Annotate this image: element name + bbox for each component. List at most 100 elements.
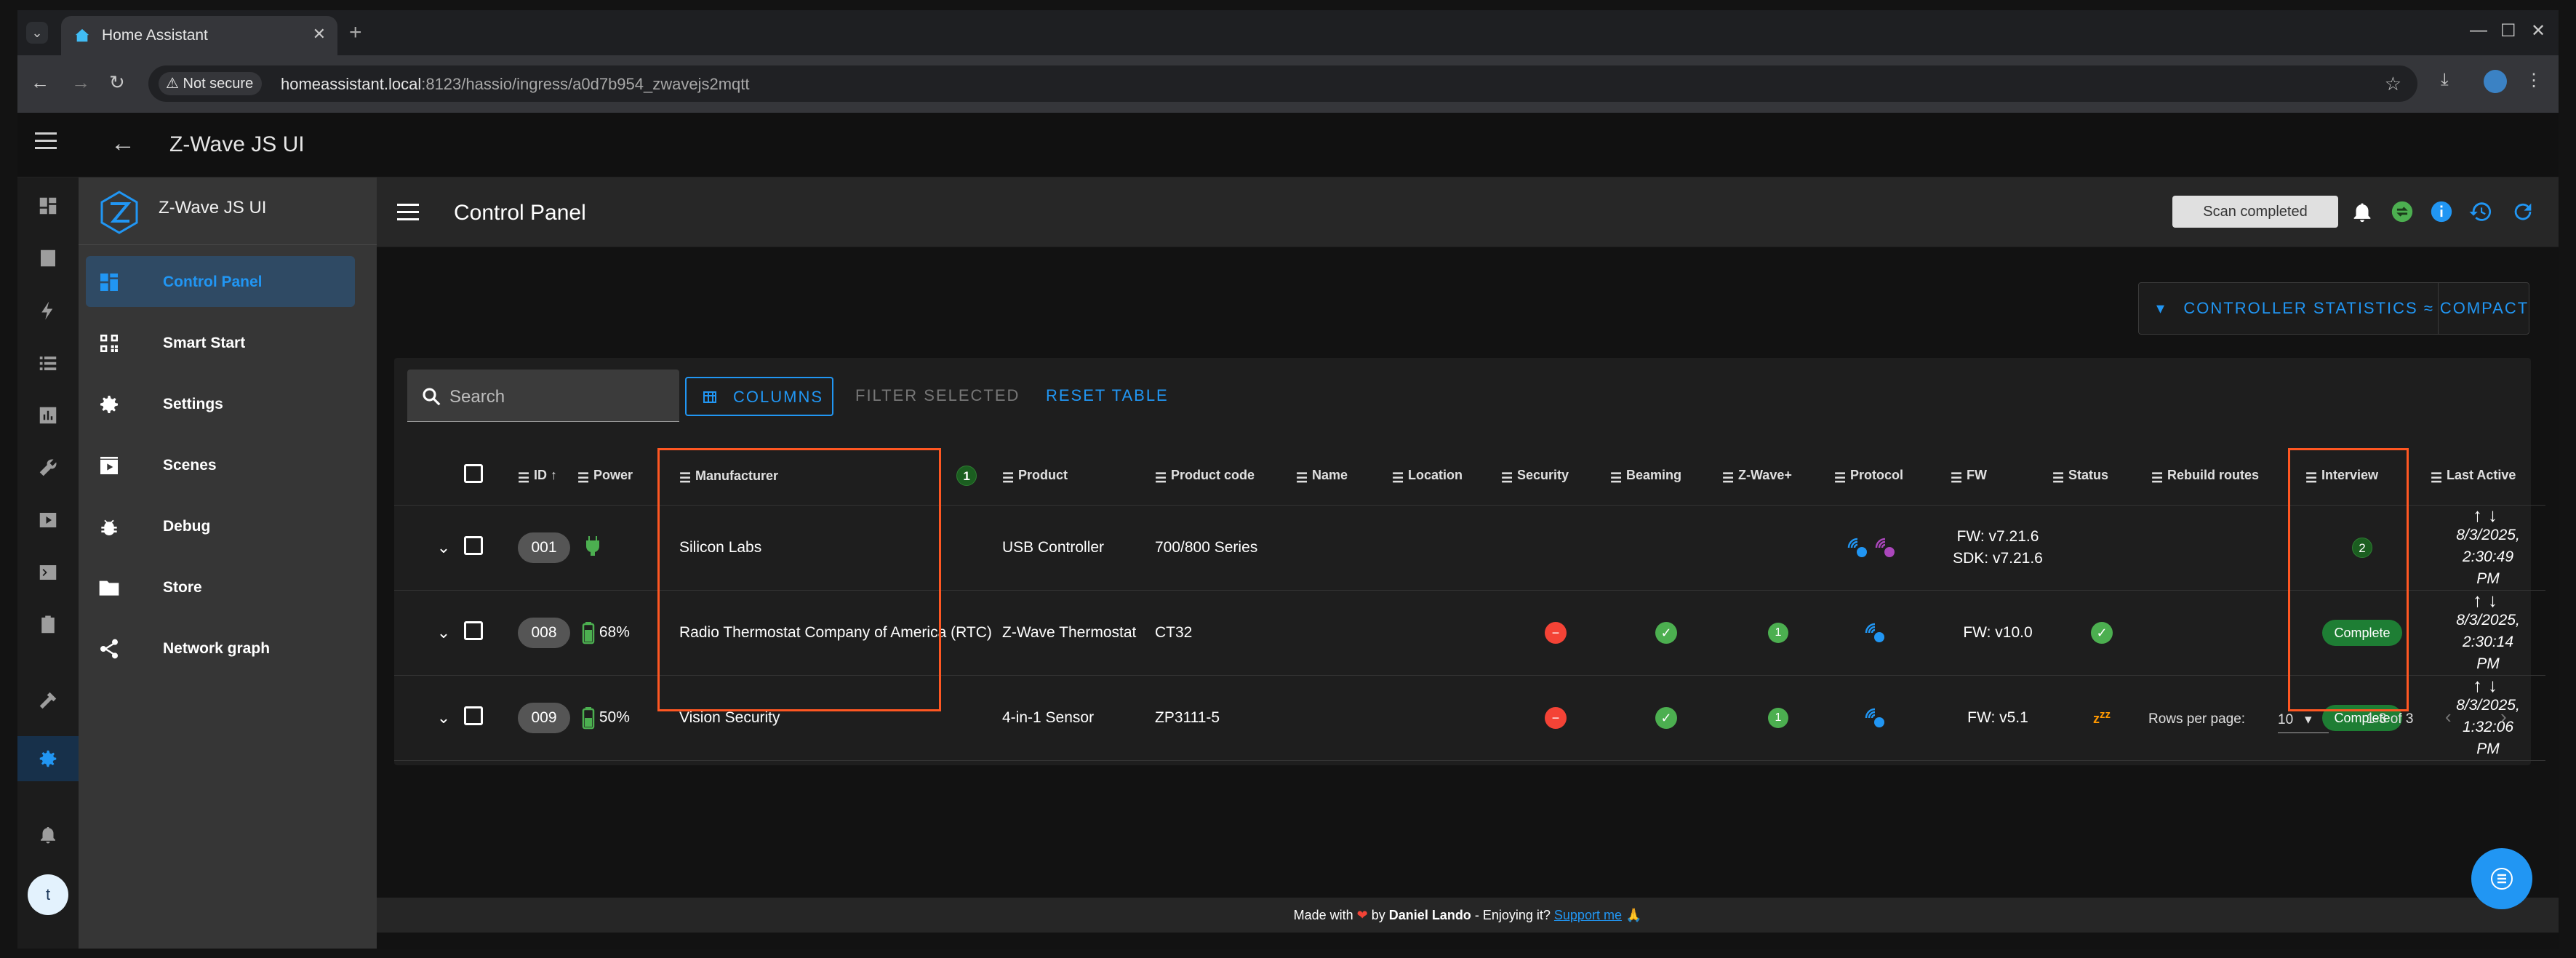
info-icon[interactable] [2429, 199, 2454, 224]
header-protocol[interactable]: ☰ Protocol [1834, 447, 1943, 506]
zwave-menu-icon[interactable] [397, 204, 419, 225]
header-security[interactable]: ☰ Security [1501, 447, 1610, 506]
header-power[interactable]: ☰ Power [577, 447, 668, 506]
nav-store[interactable]: Store [86, 562, 355, 612]
energy-icon[interactable] [37, 300, 59, 322]
tab-search-button[interactable]: ⌄ [26, 22, 48, 44]
header-zwave-plus[interactable]: ☰ Z-Wave+ [1722, 447, 1834, 506]
history-chart-icon[interactable] [37, 404, 59, 426]
highlight-box-device-info [657, 448, 941, 711]
controller-statistics-button[interactable]: ▾ CONTROLLER STATISTICS ≈ [2139, 283, 2439, 334]
expand-row-icon[interactable]: ⌄ [437, 623, 450, 642]
header-product-code[interactable]: ☰ Product code [1155, 447, 1296, 506]
tab-title: Home Assistant [102, 27, 208, 44]
url-text[interactable]: homeassistant.local:8123/hassio/ingress/… [281, 75, 750, 94]
filter-icon[interactable]: ☰ [2151, 471, 2163, 485]
zwave-lr-signal-icon [1875, 538, 1895, 557]
browser-tab[interactable]: Home Assistant ✕ [61, 16, 337, 55]
filter-selected-button[interactable]: FILTER SELECTED [855, 377, 1020, 416]
user-avatar[interactable]: t [28, 874, 68, 915]
header-rebuild-routes[interactable]: ☰ Rebuild routes [2151, 447, 2294, 506]
overview-icon[interactable] [37, 195, 59, 217]
select-all-checkbox[interactable] [464, 464, 483, 484]
filter-icon[interactable]: ☰ [1722, 471, 1734, 485]
maximize-icon[interactable]: ☐ [2500, 20, 2516, 41]
wrench-icon[interactable] [37, 457, 59, 479]
bell-icon[interactable] [2350, 199, 2375, 224]
rows-per-page-select[interactable]: 10 ▾ [2278, 711, 2329, 733]
zwave-signal-icon [1865, 623, 1884, 642]
filter-icon[interactable]: ☰ [1610, 471, 1622, 485]
row-checkbox[interactable] [464, 706, 483, 725]
nav-smart-start[interactable]: Smart Start [86, 317, 355, 368]
header-location[interactable]: ☰ Location [1392, 447, 1501, 506]
ha-menu-icon[interactable] [35, 132, 57, 154]
next-page-icon[interactable]: › [2500, 706, 2507, 728]
browser-menu-icon[interactable]: ⋮ [2525, 70, 2543, 91]
filter-icon[interactable]: ☰ [518, 471, 529, 485]
settings-gear-icon[interactable] [37, 748, 59, 770]
terminal-icon[interactable] [37, 562, 59, 583]
filter-icon[interactable]: ☰ [1951, 471, 1962, 485]
nav-scenes[interactable]: Scenes [86, 439, 355, 490]
floating-menu-button[interactable] [2471, 848, 2532, 909]
nav-settings[interactable]: Settings [86, 378, 355, 429]
compact-button[interactable]: COMPACT [2439, 283, 2530, 334]
clipboard-icon[interactable] [37, 614, 59, 636]
history-icon[interactable] [2468, 199, 2493, 224]
filter-icon[interactable]: ☰ [2431, 471, 2442, 485]
logbook-icon[interactable] [37, 247, 59, 269]
tx-rx-arrows-icon: ↑↓ [2473, 588, 2503, 611]
ha-back-icon[interactable]: ← [111, 129, 135, 158]
filter-icon[interactable]: ☰ [1155, 471, 1167, 485]
header-beaming[interactable]: ☰ Beaming [1610, 447, 1722, 506]
row-checkbox[interactable] [464, 620, 483, 640]
rows-per-page-label: Rows per page: [2148, 711, 2246, 727]
forward-icon[interactable]: → [71, 71, 90, 94]
header-status[interactable]: ☰ Status [2052, 447, 2151, 506]
list-icon[interactable] [37, 352, 59, 374]
bookmark-star-icon[interactable]: ☆ [2385, 73, 2401, 95]
header-fw[interactable]: ☰ FW [1943, 447, 2052, 506]
filter-icon[interactable]: ☰ [2052, 471, 2064, 485]
url-field[interactable]: ⚠ Not secure homeassistant.local:8123/ha… [148, 65, 2417, 102]
filter-icon[interactable]: ☰ [1834, 471, 1846, 485]
header-last-active[interactable]: ☰ Last Active [2431, 447, 2545, 506]
filter-icon[interactable]: ☰ [1501, 471, 1513, 485]
header-product[interactable]: ☰ Product [1002, 447, 1155, 506]
controller-status-icon[interactable] [2390, 199, 2415, 224]
minimize-icon[interactable]: — [2470, 20, 2487, 41]
filter-icon[interactable]: ☰ [1392, 471, 1404, 485]
search-input[interactable]: Search [407, 370, 679, 422]
filter-icon[interactable]: ☰ [1296, 471, 1308, 485]
header-id[interactable]: ☰ ID ↑ [518, 447, 577, 506]
browser-window: ⌄ Home Assistant ✕ + — ☐ ✕ ← → ↻ ⚠ Not s… [17, 10, 2559, 949]
nav-debug[interactable]: Debug [86, 500, 355, 551]
notifications-bell-icon[interactable] [37, 823, 59, 845]
sort-asc-icon[interactable]: ↑ [551, 468, 557, 482]
expand-row-icon[interactable]: ⌄ [437, 708, 450, 727]
download-icon[interactable]: ⤓ [2441, 70, 2449, 90]
back-icon[interactable]: ← [31, 71, 49, 94]
refresh-icon[interactable] [2511, 199, 2535, 224]
new-tab-icon[interactable]: + [349, 20, 362, 45]
nav-network-graph[interactable]: Network graph [86, 623, 355, 674]
support-link[interactable]: Support me [1554, 908, 1622, 922]
close-window-icon[interactable]: ✕ [2531, 20, 2545, 41]
security-chip[interactable]: ⚠ Not secure [159, 72, 263, 95]
previous-page-icon[interactable]: ‹ [2445, 706, 2452, 728]
filter-icon[interactable]: ☰ [1002, 471, 1014, 485]
expand-row-icon[interactable]: ⌄ [437, 538, 450, 556]
row-checkbox[interactable] [464, 535, 483, 555]
tab-close-icon[interactable]: ✕ [313, 25, 326, 44]
filter-icon[interactable]: ☰ [577, 471, 589, 485]
profile-avatar-icon[interactable] [2484, 70, 2507, 93]
media-icon[interactable] [37, 509, 59, 531]
nav-control-panel[interactable]: Control Panel [86, 256, 355, 307]
reset-table-button[interactable]: RESET TABLE [1046, 377, 1169, 416]
reload-icon[interactable]: ↻ [109, 71, 125, 94]
zwave-drawer: Z-Wave JS UI Control Panel Smart Start S… [79, 177, 377, 949]
developer-tools-icon[interactable] [37, 690, 59, 711]
columns-button[interactable]: COLUMNS [685, 377, 833, 416]
header-name[interactable]: ☰ Name [1296, 447, 1392, 506]
